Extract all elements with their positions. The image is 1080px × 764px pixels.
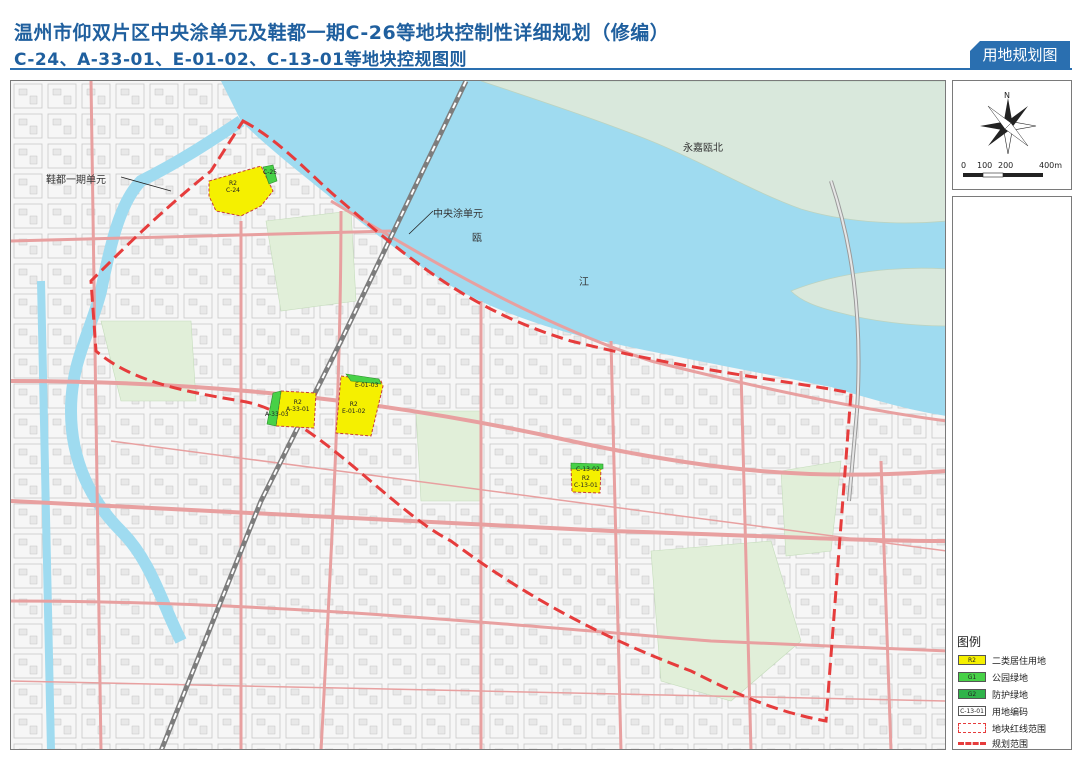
plot-e01-label[interactable]: R2 E-01-02 [342,401,365,415]
scale-tick-0: 0 [961,161,967,170]
page-title: 温州市仰双片区中央涂单元及鞋都一期C-26等地块控制性详细规划（修编） [14,22,670,44]
scale-tick-400: 400m [1039,161,1063,170]
label-zhongyangtu-unit: 中央涂单元 [433,209,483,220]
north-label: N [1004,91,1010,100]
legend-swatch-g1: G1 [958,672,986,682]
label-yongjia: 永嘉瓯北 [683,143,723,154]
plot-c13-label[interactable]: R2 C-13-01 [574,475,598,489]
legend-item-boundary: 规划范围 [958,736,1028,750]
label-ou: 瓯 [472,233,482,244]
plot-a33-label[interactable]: R2 A-33-01 [286,399,310,413]
plot-c13-02-label[interactable]: C-13-02 [576,466,600,473]
label-jiang: 江 [579,277,589,288]
park-center [415,410,482,502]
scale-tick-200: 200 [998,161,1014,170]
legend-item-r2: R2 二类居住用地 [958,653,1046,667]
land-use-map[interactable]: 永嘉瓯北 瓯 江 鞋都一期单元 中央涂单元 R2 C-24 C-25 R2 A-33… [10,80,946,750]
legend-item-redline: 地块红线范围 [958,721,1046,735]
legend-item-g1: G1 公园绿地 [958,670,1028,684]
compass-panel: N 0 100 200 400m [952,80,1072,190]
legend-swatch-code: C-13-01 [958,706,986,716]
scale-bar [963,172,1043,178]
legend-item-code: C-13-01 用地编码 [958,704,1028,718]
legend-swatch-r2: R2 [958,655,986,665]
scale-tick-100: 100 [977,161,993,170]
plot-a33-03-label[interactable]: A-33-03 [265,411,289,418]
page-subtitle: C-24、A-33-01、E-01-02、C-13-01等地块控规图则 [14,50,467,70]
plot-c25-label[interactable]: C-25 [263,169,277,176]
compass-rose-icon [963,98,1043,178]
legend-swatch-redline [958,723,986,733]
legend-swatch-g2: G2 [958,689,986,699]
legend-item-g2: G2 防护绿地 [958,687,1028,701]
legend-swatch-boundary [958,741,986,745]
map-type-tag: 用地规划图 [970,41,1070,68]
title-divider [10,68,1072,70]
park-north [265,210,357,312]
plot-c24-label[interactable]: R2 C-24 [226,180,240,194]
legend-title: 图例 [957,635,982,649]
plot-e01-03-label[interactable]: E-01-03 [355,382,378,389]
legend-panel: 图例 R2 二类居住用地 G1 公园绿地 G2 防护绿地 C-13-01 用地编… [952,196,1072,750]
label-xiedu-unit: 鞋都一期单元 [46,175,106,186]
map-canvas [11,81,945,749]
